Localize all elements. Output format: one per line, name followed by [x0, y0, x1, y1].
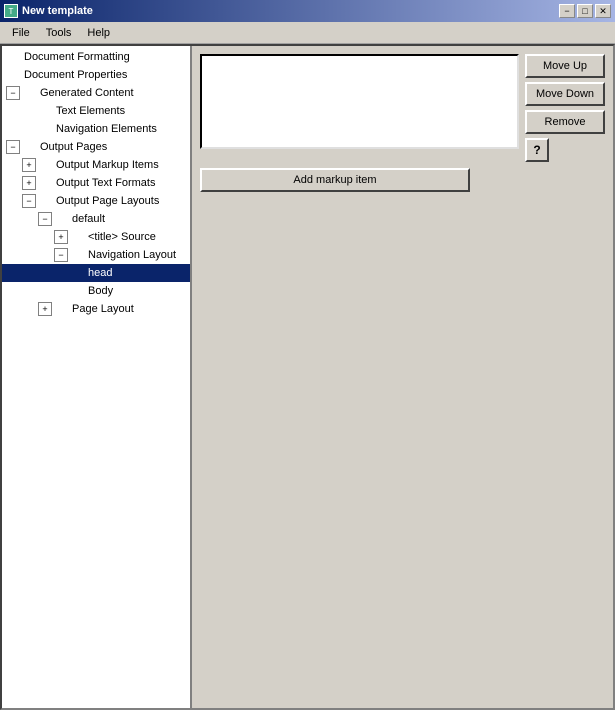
head-icon [70, 266, 86, 280]
tree-item-output-text-formats[interactable]: + Output Text Formats [2, 174, 190, 192]
tree-item-output-page-layouts[interactable]: − Output Page Layouts [2, 192, 190, 210]
output-pages-icon [22, 140, 38, 154]
nav-elements-label: Navigation Elements [56, 123, 157, 135]
page-layout-expander[interactable]: + [38, 302, 52, 316]
window-title: New template [22, 5, 93, 17]
tree-item-text-elements[interactable]: Text Elements [2, 102, 190, 120]
output-pages-expander[interactable]: − [6, 140, 20, 154]
tree-item-default[interactable]: − default [2, 210, 190, 228]
output-text-icon [38, 176, 54, 190]
text-elements-icon [38, 104, 54, 118]
markup-list-box[interactable] [200, 54, 519, 149]
help-button[interactable]: ? [525, 138, 549, 162]
tree-item-output-markup-items[interactable]: + Output Markup Items [2, 156, 190, 174]
doc-formatting-label: Document Formatting [24, 51, 130, 63]
output-markup-expander[interactable]: + [22, 158, 36, 172]
output-markup-label: Output Markup Items [56, 159, 159, 171]
default-label: default [72, 213, 105, 225]
output-page-layouts-icon [38, 194, 54, 208]
nav-layout-label: Navigation Layout [88, 249, 176, 261]
tree-panel: Document Formatting Document Properties … [2, 46, 192, 708]
tree-item-doc-formatting[interactable]: Document Formatting [2, 48, 190, 66]
nav-layout-expander[interactable]: − [54, 248, 68, 262]
output-text-label: Output Text Formats [56, 177, 155, 189]
menu-help[interactable]: Help [79, 25, 118, 41]
tree-item-nav-layout[interactable]: − Navigation Layout [2, 246, 190, 264]
tree-item-body[interactable]: Body [2, 282, 190, 300]
title-source-expander[interactable]: + [54, 230, 68, 244]
title-source-icon [70, 230, 86, 244]
move-up-button[interactable]: Move Up [525, 54, 605, 78]
tree-item-page-layout[interactable]: + Page Layout [2, 300, 190, 318]
nav-elements-icon [38, 122, 54, 136]
text-elements-label: Text Elements [56, 105, 125, 117]
tree-item-output-pages[interactable]: − Output Pages [2, 138, 190, 156]
tree-item-nav-elements[interactable]: Navigation Elements [2, 120, 190, 138]
tree-item-title-source[interactable]: + <title> Source [2, 228, 190, 246]
output-markup-icon [38, 158, 54, 172]
close-button[interactable]: ✕ [595, 4, 611, 18]
menu-tools[interactable]: Tools [38, 25, 80, 41]
title-source-label: <title> Source [88, 231, 156, 243]
add-markup-button[interactable]: Add markup item [200, 168, 470, 192]
output-text-expander[interactable]: + [22, 176, 36, 190]
menu-bar: File Tools Help [0, 22, 615, 44]
action-buttons: Move Up Move Down Remove ? [525, 54, 605, 162]
generated-content-expander[interactable]: − [6, 86, 20, 100]
title-bar-controls: − □ ✕ [559, 4, 611, 18]
page-layout-icon [54, 302, 70, 316]
generated-content-label: Generated Content [40, 87, 134, 99]
right-bottom-section: Add markup item [200, 168, 605, 192]
page-layout-label: Page Layout [72, 303, 134, 315]
move-down-button[interactable]: Move Down [525, 82, 605, 106]
head-label: head [88, 267, 112, 279]
right-panel: Move Up Move Down Remove ? Add markup it… [192, 46, 613, 708]
window-content: Document Formatting Document Properties … [0, 44, 615, 710]
minimize-button[interactable]: − [559, 4, 575, 18]
title-bar-left: T New template [4, 4, 93, 18]
generated-content-icon [22, 86, 38, 100]
remove-button[interactable]: Remove [525, 110, 605, 134]
menu-file[interactable]: File [4, 25, 38, 41]
doc-properties-label: Document Properties [24, 69, 127, 81]
default-expander[interactable]: − [38, 212, 52, 226]
output-page-layouts-label: Output Page Layouts [56, 195, 159, 207]
body-label: Body [88, 285, 113, 297]
doc-properties-icon [6, 68, 22, 82]
doc-formatting-icon [6, 50, 22, 64]
title-bar: T New template − □ ✕ [0, 0, 615, 22]
right-top-section: Move Up Move Down Remove ? [200, 54, 605, 162]
maximize-button[interactable]: □ [577, 4, 593, 18]
tree-item-generated-content[interactable]: − Generated Content [2, 84, 190, 102]
body-icon [70, 284, 86, 298]
default-icon [54, 212, 70, 226]
nav-layout-icon [70, 248, 86, 262]
output-page-layouts-expander[interactable]: − [22, 194, 36, 208]
output-pages-label: Output Pages [40, 141, 107, 153]
tree-item-doc-properties[interactable]: Document Properties [2, 66, 190, 84]
tree-item-head[interactable]: head [2, 264, 190, 282]
app-icon: T [4, 4, 18, 18]
